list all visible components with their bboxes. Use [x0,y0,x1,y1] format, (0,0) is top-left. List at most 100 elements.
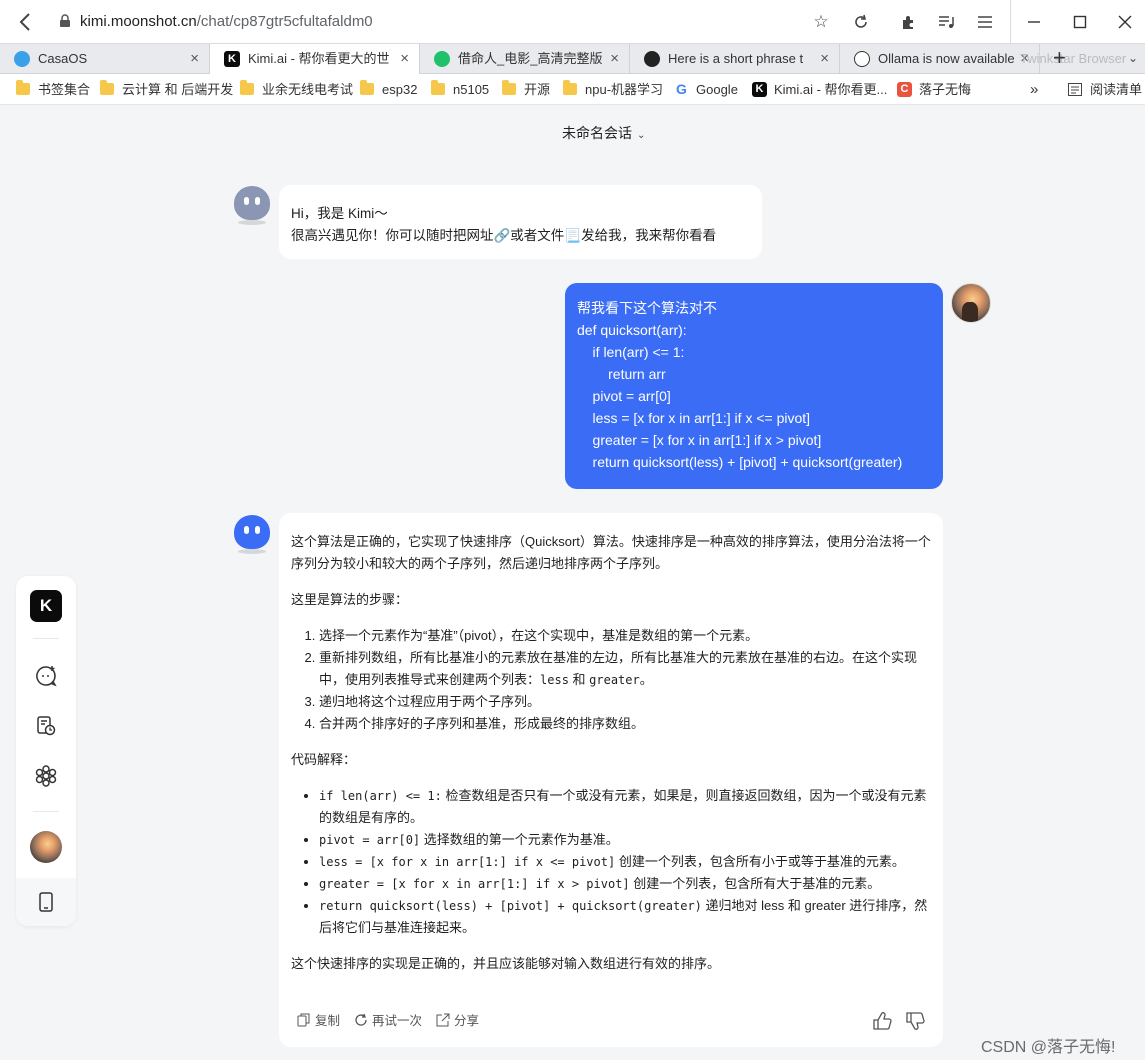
close-tab-icon[interactable]: × [400,44,409,73]
kimi-avatar [234,186,270,225]
folder-icon [360,80,374,95]
bookmark-label: n5105 [453,82,490,97]
folder-icon [240,80,254,95]
minimize-icon[interactable] [1022,10,1046,34]
bookmarks-bar: 书签集合 云计算 和 后端开发 业余无线电考试 esp32 n5105 开源 n… [0,74,1145,105]
close-tab-icon[interactable]: × [190,44,199,73]
inline-code: less = [x for x in arr[1:] if x <= pivot… [319,855,616,869]
inline-code: if len(arr) <= 1: [319,789,442,803]
thumbs-up-icon[interactable] [871,1009,893,1033]
kimi-logo[interactable]: K [30,590,62,622]
close-tab-icon[interactable]: × [820,44,829,73]
bookmark-folder[interactable]: 业余无线电考试 [240,74,353,105]
folder-icon [100,80,114,95]
google-icon: G [676,81,687,97]
lock-icon[interactable] [58,14,72,28]
bookmark-label: 书签集合 [38,82,91,97]
tab-kimi[interactable]: K Kimi.ai - 帮你看更大的世 × [210,44,420,74]
bookmark-folder[interactable]: 开源 [502,74,550,105]
sidebar-user-avatar[interactable] [30,831,62,863]
user-avatar[interactable] [951,283,991,323]
bookmark-label: 业余无线电考试 [262,82,354,97]
back-icon[interactable] [14,10,38,34]
maximize-icon[interactable] [1068,10,1092,34]
list-item: greater = [x for x in arr[1:] if x > piv… [319,873,931,895]
bookmark-kimi[interactable]: K Kimi.ai - 帮你看更... [752,74,887,105]
folder-icon [431,80,445,95]
menu-icon[interactable] [973,10,997,34]
media-icon[interactable] [934,10,958,34]
close-tab-icon[interactable]: × [610,44,619,73]
tab-phrase[interactable]: Here is a short phrase t × [630,44,840,74]
star-icon[interactable]: ☆ [809,10,833,34]
retry-button[interactable]: 再试一次 [354,1009,422,1033]
tab-casaos[interactable]: CasaOS × [0,44,210,74]
history-icon[interactable] [34,714,58,738]
url-path: /chat/cp87gtr5cfultafaldm0 [196,13,373,30]
url-field[interactable]: kimi.moonshot.cn/chat/cp87gtr5cfultafald… [80,13,373,30]
retry-label: 再试一次 [372,1014,423,1028]
bookmark-folder[interactable]: n5105 [431,74,489,105]
bookmark-label: Kimi.ai - 帮你看更... [774,82,888,97]
share-label: 分享 [454,1014,480,1028]
list-item: less = [x for x in arr[1:] if x <= pivot… [319,851,931,873]
extensions-icon[interactable] [897,10,921,34]
list-item-text: 。 [639,672,653,687]
play-icon [434,51,450,67]
mobile-app-icon[interactable] [34,890,58,914]
copy-button[interactable]: 复制 [297,1009,340,1033]
avatar-shadow [238,220,266,225]
reading-list[interactable]: 阅读清单 [1068,74,1142,105]
new-tab-button[interactable]: + [1053,44,1066,72]
avatar-eye [244,526,249,534]
list-item: 选择一个元素作为“基准”（pivot），在这个实现中，基准是数组的第一个元素。 [319,625,931,647]
list-item: if len(arr) <= 1: 检查数组是否只有一个或没有元素，如果是，则直… [319,785,931,829]
bookmark-folder[interactable]: 云计算 和 后端开发 [100,74,233,105]
inline-code: less [540,673,569,687]
conversation-title[interactable]: 未命名会话 ⌄ [562,123,645,143]
share-icon [436,1013,450,1027]
tab-label: Here is a short phrase t [668,51,804,66]
avatar-eye [255,526,260,534]
reading-list-icon [1068,83,1082,96]
folder-icon [502,80,516,95]
close-window-icon[interactable] [1113,10,1137,34]
bookmark-folder[interactable]: esp32 [360,74,417,105]
url-host: kimi.moonshot.cn [80,13,197,30]
bookmark-folder[interactable]: npu-机器学习 [563,74,663,105]
kimi-avatar [234,515,270,554]
list-item-text: 创建一个列表，包含所有大于基准的元素。 [629,876,881,891]
bookmark-csdn[interactable]: C 落子无悔 [897,74,971,105]
bookmark-label: 落子无悔 [919,82,972,97]
list-item: pivot = arr[0] 选择数组的第一个元素作为基准。 [319,829,931,851]
browser-name: Twinkstar Browser [1020,51,1127,66]
chevron-down-icon: ⌄ [637,130,646,141]
reading-list-label: 阅读清单 [1090,82,1143,97]
tab-ollama[interactable]: Ollama is now available × [840,44,1040,74]
tab-movie[interactable]: 借命人_电影_高清完整版 × [420,44,630,74]
tab-label: Kimi.ai - 帮你看更大的世 [248,51,390,66]
new-chat-icon[interactable] [34,664,58,688]
tab-list-icon[interactable]: ⌄ [1128,44,1138,73]
bookmark-label: Google [696,82,738,97]
inline-code: greater = [x for x in arr[1:] if x > piv… [319,877,630,891]
answer-conclusion: 这个快速排序的实现是正确的，并且应该能够对输入数组进行有效的排序。 [291,956,721,971]
casaos-icon [14,51,30,67]
assistant-message: 这个算法是正确的，它实现了快速排序（Quicksort）算法。快速排序是一种高效… [279,513,943,1047]
user-message: 帮我看下这个算法对不 def quicksort(arr): if len(ar… [565,283,943,489]
reload-icon[interactable] [849,10,873,34]
list-item: 合并两个排序好的子序列和基准，形成最终的排序数组。 [319,713,931,735]
divider [33,638,59,639]
tab-strip: CasaOS × K Kimi.ai - 帮你看更大的世 × 借命人_电影_高清… [0,44,1145,74]
list-item: return quicksort(less) + [pivot] + quick… [319,895,931,939]
bookmark-google[interactable]: G Google [674,74,738,105]
address-bar: kimi.moonshot.cn/chat/cp87gtr5cfultafald… [0,0,1145,44]
thumbs-down-icon[interactable] [904,1009,926,1033]
tab-label: CasaOS [38,51,88,66]
inline-code: return quicksort(less) + [pivot] + quick… [319,899,702,913]
bookmark-folder[interactable]: 书签集合 [16,74,90,105]
share-button[interactable]: 分享 [436,1009,479,1033]
bookmarks-overflow-icon[interactable]: » [1030,74,1038,105]
explore-icon[interactable] [34,764,58,788]
copy-icon [297,1013,310,1027]
